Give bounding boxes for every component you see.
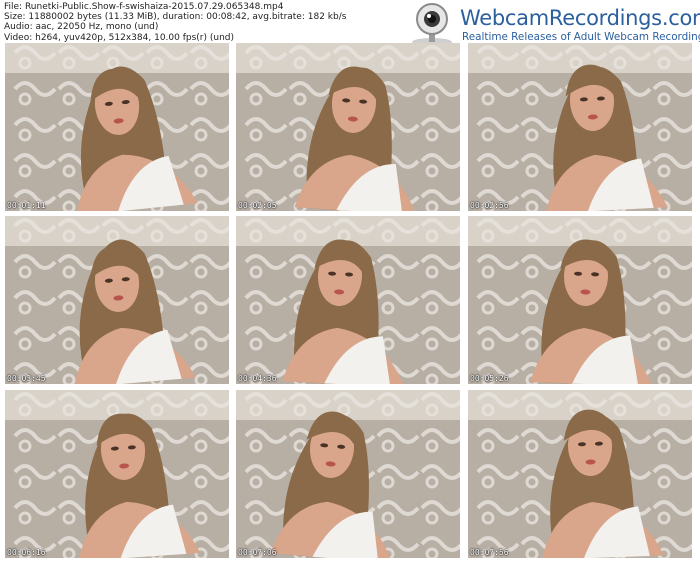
video-thumbnail: 00:04:36	[236, 216, 460, 384]
video-frame	[236, 390, 460, 558]
video-frame	[468, 216, 692, 384]
video-thumbnail: 00:01:11	[5, 43, 229, 211]
thumbnail-timestamp: 00:01:11	[7, 201, 46, 210]
video-thumbnail: 00:07:56	[468, 390, 692, 558]
thumbnail-timestamp: 00:07:56	[470, 548, 509, 557]
video-thumbnail: 00:05:26	[468, 216, 692, 384]
thumbnail-timestamp: 00:02:05	[238, 201, 277, 210]
video-thumbnail: 00:02:05	[236, 43, 460, 211]
file-name: File: Runetki-Public.Show-f-swishaiza-20…	[4, 2, 284, 12]
thumbnail-timestamp: 00:05:26	[470, 374, 509, 383]
video-frame	[236, 43, 460, 211]
file-size: Size: 11880002 bytes (11.33 MiB), durati…	[4, 12, 347, 23]
thumbnail-timestamp: 00:03:45	[7, 374, 46, 383]
video-frame	[236, 216, 460, 384]
file-info: File: Runetki-Public.Show-f-swishaiza-20…	[4, 2, 346, 43]
video-frame	[5, 43, 229, 211]
brand-name: WebcamRecordings.com	[460, 6, 700, 30]
video-thumbnail: 00:03:45	[5, 216, 229, 384]
video-info: Video: h264, yuv420p, 512x384, 10.00 fps…	[4, 32, 235, 43]
brand-tagline: Realtime Releases of Adult Webcam Record…	[462, 31, 700, 43]
video-thumbnail: 00:06:16	[5, 390, 229, 558]
webcam-icon	[412, 3, 452, 46]
video-frame	[5, 216, 229, 384]
brand-logo: WebcamRecordings.com Realtime Releases o…	[402, 2, 700, 48]
thumbnail-timestamp: 00:07:06	[238, 548, 277, 557]
thumbnail-grid: 00:01:11 00:02:05 00:02:56 00:03:45 00:0…	[5, 43, 695, 562]
thumbnail-timestamp: 00:04:36	[238, 374, 277, 383]
thumbnail-timestamp: 00:06:16	[7, 548, 46, 557]
video-frame	[5, 390, 229, 558]
video-frame	[468, 43, 692, 211]
video-thumbnail: 00:02:56	[468, 43, 692, 211]
thumbnail-timestamp: 00:02:56	[470, 201, 509, 210]
video-thumbnail: 00:07:06	[236, 390, 460, 558]
audio-info: Audio: aac, 22050 Hz, mono (und)	[4, 22, 159, 33]
video-frame	[468, 390, 692, 558]
